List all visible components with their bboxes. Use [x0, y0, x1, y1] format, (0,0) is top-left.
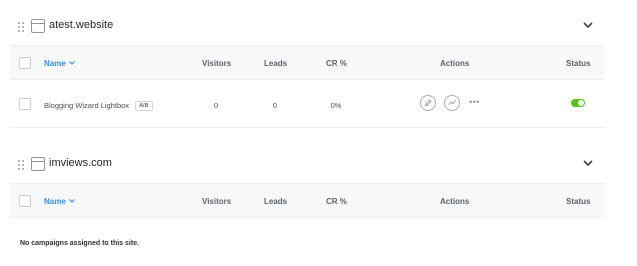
- leads-header: Leads: [264, 59, 288, 68]
- status-toggle[interactable]: [571, 99, 585, 107]
- status-header: Status: [566, 59, 591, 68]
- status-header: Status: [566, 197, 591, 206]
- leads-value: 0: [272, 101, 278, 110]
- cr-value: 0%: [330, 101, 342, 110]
- actions-header: Actions: [440, 197, 470, 206]
- sort-caret-icon: [68, 199, 75, 203]
- actions-header: Actions: [440, 59, 470, 68]
- edit-pencil-icon[interactable]: [420, 95, 436, 111]
- stats-trend-icon[interactable]: [444, 95, 460, 111]
- drag-handle-icon[interactable]: [18, 22, 26, 32]
- browser-window-icon: [31, 19, 45, 33]
- site-title: imviews.com: [49, 157, 112, 169]
- empty-campaigns-message: No campaigns assigned to this site.: [20, 240, 140, 247]
- site-header[interactable]: atest.website: [10, 8, 604, 46]
- site-header[interactable]: imviews.com: [10, 146, 604, 184]
- site-title: atest.website: [49, 19, 114, 31]
- campaign-name[interactable]: Blogging Wizard Lightbox A/B: [44, 101, 153, 111]
- table-header: Name Visitors Leads CR % Actions Status: [10, 46, 604, 80]
- visitors-header: Visitors: [202, 59, 232, 68]
- chevron-down-icon[interactable]: [583, 21, 593, 29]
- leads-header: Leads: [264, 197, 288, 206]
- sort-caret-icon: [68, 61, 75, 65]
- more-options-icon[interactable]: •••: [469, 97, 480, 107]
- sort-name-header[interactable]: Name: [44, 59, 75, 68]
- table-row: Blogging Wizard Lightbox A/B 0 0 0% •••: [10, 80, 604, 128]
- table-header: Name Visitors Leads CR % Actions Status: [10, 184, 604, 218]
- cr-header: CR %: [326, 59, 347, 68]
- visitors-header: Visitors: [202, 197, 232, 206]
- chevron-down-icon[interactable]: [583, 159, 593, 167]
- select-all-checkbox[interactable]: [19, 195, 31, 207]
- site-panel-atest: atest.website Name Visitors Leads CR % A…: [10, 8, 604, 128]
- select-all-checkbox[interactable]: [19, 57, 31, 69]
- row-checkbox[interactable]: [19, 98, 31, 110]
- ab-test-badge: A/B: [135, 101, 153, 111]
- browser-window-icon: [31, 157, 45, 171]
- sort-name-header[interactable]: Name: [44, 197, 75, 206]
- visitors-value: 0: [213, 101, 219, 110]
- cr-header: CR %: [326, 197, 347, 206]
- drag-handle-icon[interactable]: [18, 160, 26, 170]
- site-panel-imviews: imviews.com Name Visitors Leads CR % Act…: [10, 146, 604, 218]
